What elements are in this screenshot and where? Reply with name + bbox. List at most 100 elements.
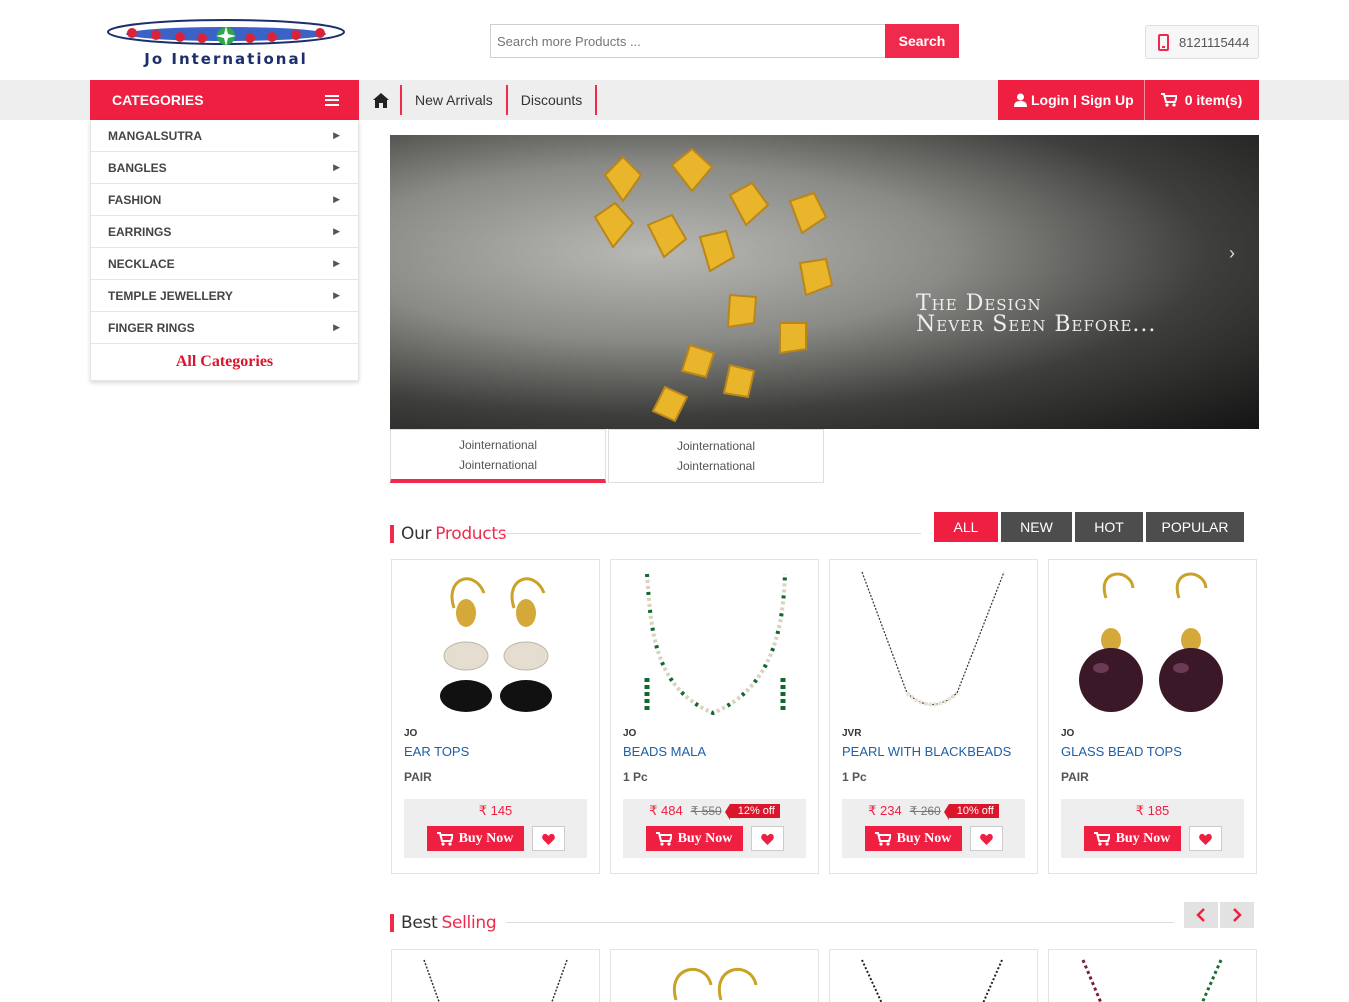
discount-badge: 10% off: [943, 804, 999, 820]
cart-link[interactable]: 0 item(s): [1145, 92, 1243, 108]
heart-icon: [541, 833, 555, 845]
logo-graphic: [107, 19, 345, 46]
banner-tab-line: Jointernational: [676, 439, 756, 453]
category-item-bangles[interactable]: BANGLES ▶: [91, 152, 358, 184]
wishlist-button[interactable]: [531, 826, 565, 851]
best-selling-card[interactable]: [829, 949, 1038, 1002]
product-unit: PAIR: [1061, 770, 1089, 784]
hamburger-icon: [325, 94, 339, 106]
product-card[interactable]: JVR PEARL WITH BLACKBEADS 1 Pc ₹ 234 ₹ 2…: [829, 559, 1038, 874]
category-label: EARRINGS: [108, 224, 172, 239]
product-unit: PAIR: [404, 770, 432, 784]
product-image: [423, 959, 568, 1002]
price-panel: ₹ 145 Buy Now: [404, 799, 587, 858]
product-name-link[interactable]: EAR TOPS: [404, 744, 469, 759]
product-filter-tabs: ALL NEW HOT POPULAR: [934, 512, 1247, 542]
best-selling-card[interactable]: [391, 949, 600, 1002]
product-card[interactable]: JO GLASS BEAD TOPS PAIR ₹ 185 Buy Now: [1048, 559, 1257, 874]
heart-icon: [760, 833, 774, 845]
nav-link-new-arrivals[interactable]: New Arrivals: [402, 85, 508, 115]
home-link[interactable]: [362, 85, 402, 115]
buy-row: Buy Now: [404, 826, 587, 851]
filter-tab-all[interactable]: ALL: [934, 512, 998, 542]
search-bar: Search: [490, 24, 959, 58]
wishlist-button[interactable]: [969, 826, 1003, 851]
product-unit: 1 Pc: [623, 770, 648, 784]
buy-now-button[interactable]: Buy Now: [1083, 826, 1181, 851]
section-divider: [497, 533, 921, 534]
arrow-right-icon: ▶: [333, 130, 340, 140]
category-item-fashion[interactable]: FASHION ▶: [91, 184, 358, 216]
filter-tab-hot[interactable]: HOT: [1075, 512, 1143, 542]
buy-now-label: Buy Now: [458, 830, 514, 846]
price-panel: ₹ 185 Buy Now: [1061, 799, 1244, 858]
site-logo[interactable]: Jo International: [104, 14, 348, 70]
cart-icon: [874, 831, 891, 846]
product-unit: 1 Pc: [842, 770, 867, 784]
category-item-earrings[interactable]: EARRINGS ▶: [91, 216, 358, 248]
best-selling-heading: Best Selling: [390, 913, 497, 933]
category-item-temple-jewellery[interactable]: TEMPLE JEWELLERY ▶: [91, 280, 358, 312]
product-price: ₹ 484: [649, 803, 683, 818]
price-panel: ₹ 484 ₹ 550 12% off Buy Now: [623, 799, 806, 858]
product-card[interactable]: JO EAR TOPS PAIR ₹ 145 Buy Now: [391, 559, 600, 874]
mobile-phone-icon: [1158, 33, 1169, 51]
search-button[interactable]: Search: [885, 24, 959, 58]
product-price: ₹ 234: [868, 803, 902, 818]
carousel-prev-button[interactable]: [1184, 902, 1218, 928]
phone-contact[interactable]: 8121115444: [1145, 25, 1259, 59]
best-selling-card[interactable]: [610, 949, 819, 1002]
buy-row: Buy Now: [623, 826, 806, 851]
price-line: ₹ 145: [404, 803, 587, 819]
product-brand: JO: [1061, 728, 1075, 739]
category-menu: MANGALSUTRA ▶ BANGLES ▶ FASHION ▶ EARRINGS ▶…: [90, 120, 359, 381]
category-label: FINGER RINGS: [108, 320, 195, 335]
product-name-link[interactable]: GLASS BEAD TOPS: [1061, 744, 1182, 759]
banner-tab-2[interactable]: Jointernational Jointernational: [608, 429, 824, 483]
buy-now-button[interactable]: Buy Now: [645, 826, 743, 851]
wishlist-button[interactable]: [750, 826, 784, 851]
product-card[interactable]: JO BEADS MALA 1 Pc ₹ 484 ₹ 550 12% off B…: [610, 559, 819, 874]
filter-tab-new[interactable]: NEW: [1001, 512, 1072, 542]
product-price: ₹ 145: [478, 803, 513, 818]
category-item-finger-rings[interactable]: FINGER RINGS ▶: [91, 312, 358, 344]
categories-toggle[interactable]: CATEGORIES: [90, 80, 359, 120]
best-selling-card[interactable]: [1048, 949, 1257, 1002]
product-name-link[interactable]: PEARL WITH BLACKBEADS: [842, 744, 1011, 759]
our-products-heading: Our Products: [390, 524, 507, 544]
nav-link-discounts[interactable]: Discounts: [508, 85, 598, 115]
cart-icon: [655, 831, 672, 846]
category-item-necklace[interactable]: NECKLACE ▶: [91, 248, 358, 280]
necklace-image: [593, 147, 834, 423]
buy-now-button[interactable]: Buy Now: [426, 826, 524, 851]
buy-now-button[interactable]: Buy Now: [864, 826, 962, 851]
carousel-next-button[interactable]: [1220, 902, 1254, 928]
buy-now-label: Buy Now: [896, 830, 952, 846]
price-line: ₹ 234 ₹ 260 10% off: [842, 803, 1025, 820]
arrow-right-icon: ▶: [333, 322, 340, 332]
banner-tab-line: Jointernational: [676, 459, 756, 473]
heart-icon: [1198, 833, 1212, 845]
cart-count: 0 item(s): [1184, 92, 1243, 108]
cart-icon: [436, 831, 453, 846]
product-mrp: ₹ 550: [690, 804, 722, 818]
filter-tab-popular[interactable]: POPULAR: [1146, 512, 1244, 542]
hero-banner[interactable]: The Design Never Seen Before... ›: [390, 135, 1259, 429]
banner-tab-line: Jointernational: [458, 457, 538, 472]
banner-tab-1[interactable]: Jointernational Jointernational: [390, 429, 606, 483]
arrow-right-icon: ▶: [333, 162, 340, 172]
arrow-right-icon: ▶: [333, 194, 340, 204]
wishlist-button[interactable]: [1188, 826, 1222, 851]
category-item-mangalsutra[interactable]: MANGALSUTRA ▶: [91, 120, 358, 152]
arrow-right-icon: ▶: [333, 226, 340, 236]
account-cart-bar: Login | Sign Up 0 item(s): [998, 80, 1259, 120]
product-mrp: ₹ 260: [909, 804, 941, 818]
all-categories-link[interactable]: All Categories: [91, 344, 358, 380]
category-label: BANGLES: [108, 160, 167, 175]
cart-icon: [1093, 831, 1110, 846]
banner-next-icon[interactable]: ›: [1229, 243, 1235, 264]
login-signup-link[interactable]: Login | Sign Up: [998, 80, 1145, 120]
product-name-link[interactable]: BEADS MALA: [623, 744, 706, 759]
section-divider: [506, 922, 1174, 923]
search-input[interactable]: [490, 24, 885, 58]
